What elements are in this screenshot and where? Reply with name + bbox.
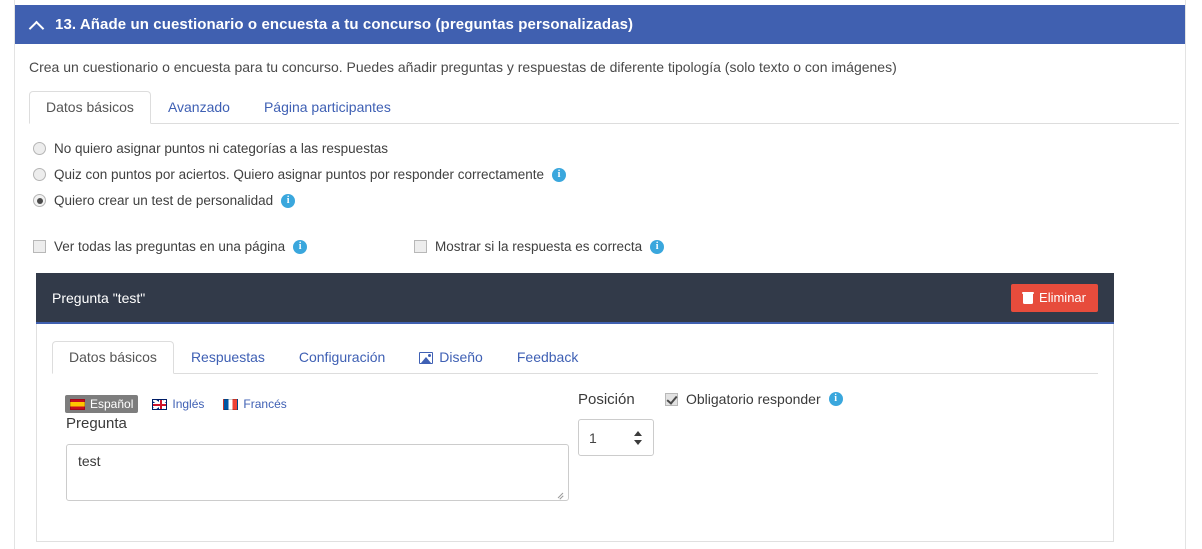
language-tab-espanol[interactable]: Español <box>65 395 139 413</box>
question-card-title: Pregunta "test" <box>52 289 146 306</box>
trash-icon <box>1022 291 1035 304</box>
outer-tab-bar: Datos básicos Avanzado Página participan… <box>29 91 1179 124</box>
tab-avanzado[interactable]: Avanzado <box>151 91 247 123</box>
info-icon-ver-todas-preguntas[interactable]: i <box>293 239 308 254</box>
checkbox-option-obligatorio[interactable]: Obligatorio responder i <box>665 391 843 407</box>
language-tab-ingles[interactable]: Inglés <box>147 395 209 413</box>
checkbox-ver-todas-preguntas[interactable] <box>33 240 46 253</box>
pregunta-textarea[interactable] <box>66 444 569 501</box>
question-tab-label-datos-basicos: Datos básicos <box>69 349 157 365</box>
info-icon-mostrar-respuesta-correcta[interactable]: i <box>650 239 665 254</box>
radio-label-quiz-puntos: Quiz con puntos por aciertos. Quiero asi… <box>54 167 545 182</box>
checkbox-mostrar-respuesta-correcta[interactable] <box>414 240 427 253</box>
posicion-selected-value: 1 <box>589 429 597 446</box>
tab-pagina-participantes[interactable]: Página participantes <box>247 91 408 123</box>
spain-flag-icon <box>70 398 85 410</box>
checkbox-label-obligatorio-responder: Obligatorio responder <box>686 391 821 407</box>
question-tab-diseno[interactable]: Diseño <box>402 341 500 373</box>
info-icon-test-personalidad[interactable]: i <box>281 193 296 208</box>
question-tab-datos-basicos[interactable]: Datos básicos <box>52 341 174 374</box>
language-label-espanol: Español <box>90 397 134 411</box>
page-root: 13. Añade un cuestionario o encuesta a t… <box>0 0 1202 549</box>
page-title: 13. Añade un cuestionario o encuesta a t… <box>55 16 634 33</box>
pregunta-field-label: Pregunta <box>66 415 127 432</box>
delete-question-button[interactable]: Eliminar <box>1011 283 1098 312</box>
checkbox-option-mostrar-correcta[interactable]: Mostrar si la respuesta es correcta i <box>414 239 665 254</box>
radio-quiz-puntos[interactable] <box>33 168 46 181</box>
question-tab-bar: Datos básicos Respuestas Configuración D… <box>52 341 1098 374</box>
question-tab-label-feedback: Feedback <box>516 349 579 365</box>
info-icon-quiz-puntos[interactable]: i <box>552 167 567 182</box>
uk-flag-icon <box>152 398 168 410</box>
question-tab-feedback[interactable]: Feedback <box>500 341 595 373</box>
language-label-frances: Francés <box>243 397 287 411</box>
radio-label-sin-puntos: No quiero asignar puntos ni categorías a… <box>54 141 388 156</box>
checkbox-label-mostrar-respuesta-correcta: Mostrar si la respuesta es correcta <box>435 239 643 254</box>
posicion-select[interactable]: 1 <box>578 419 654 456</box>
radio-label-test-personalidad: Quiero crear un test de personalidad <box>54 193 274 208</box>
right-rail-divider <box>1185 0 1186 549</box>
language-tab-frances[interactable]: Francés <box>218 395 291 413</box>
checkbox-option-ver-todas[interactable]: Ver todas las preguntas en una página i <box>33 239 308 254</box>
question-tab-configuracion[interactable]: Configuración <box>282 341 402 373</box>
checkbox-obligatorio-responder[interactable] <box>665 392 678 406</box>
language-label-ingles: Inglés <box>172 397 205 411</box>
accordion-header[interactable]: 13. Añade un cuestionario o encuesta a t… <box>15 5 1185 44</box>
stepper-arrows-icon[interactable] <box>634 430 643 446</box>
question-tab-respuestas[interactable]: Respuestas <box>174 341 282 373</box>
question-tab-label-diseno: Diseño <box>439 349 483 365</box>
tab-datos-basicos[interactable]: Datos básicos <box>29 91 151 124</box>
language-selector: Español Inglés Francés <box>65 395 292 413</box>
left-rail-divider <box>14 0 15 549</box>
france-flag-icon <box>223 398 239 410</box>
question-tab-label-configuracion: Configuración <box>298 349 386 365</box>
radio-option-sin-puntos[interactable]: No quiero asignar puntos ni categorías a… <box>33 141 388 156</box>
checkbox-label-ver-todas-preguntas: Ver todas las preguntas en una página <box>54 239 286 254</box>
question-tab-label-respuestas: Respuestas <box>190 349 265 365</box>
intro-description: Crea un cuestionario o encuesta para tu … <box>29 59 897 75</box>
question-card-header: Pregunta "test" Eliminar <box>36 273 1114 324</box>
radio-option-quiz-puntos[interactable]: Quiz con puntos por aciertos. Quiero asi… <box>33 167 567 182</box>
radio-option-test-personalidad[interactable]: Quiero crear un test de personalidad i <box>33 193 296 208</box>
chevron-up-icon[interactable] <box>29 17 45 33</box>
delete-question-label: Eliminar <box>1039 289 1086 305</box>
radio-test-personalidad[interactable] <box>33 194 46 207</box>
picture-icon <box>419 351 434 364</box>
info-icon-obligatorio-responder[interactable]: i <box>828 392 843 406</box>
posicion-field-label: Posición <box>578 391 635 408</box>
radio-sin-puntos[interactable] <box>33 142 46 155</box>
